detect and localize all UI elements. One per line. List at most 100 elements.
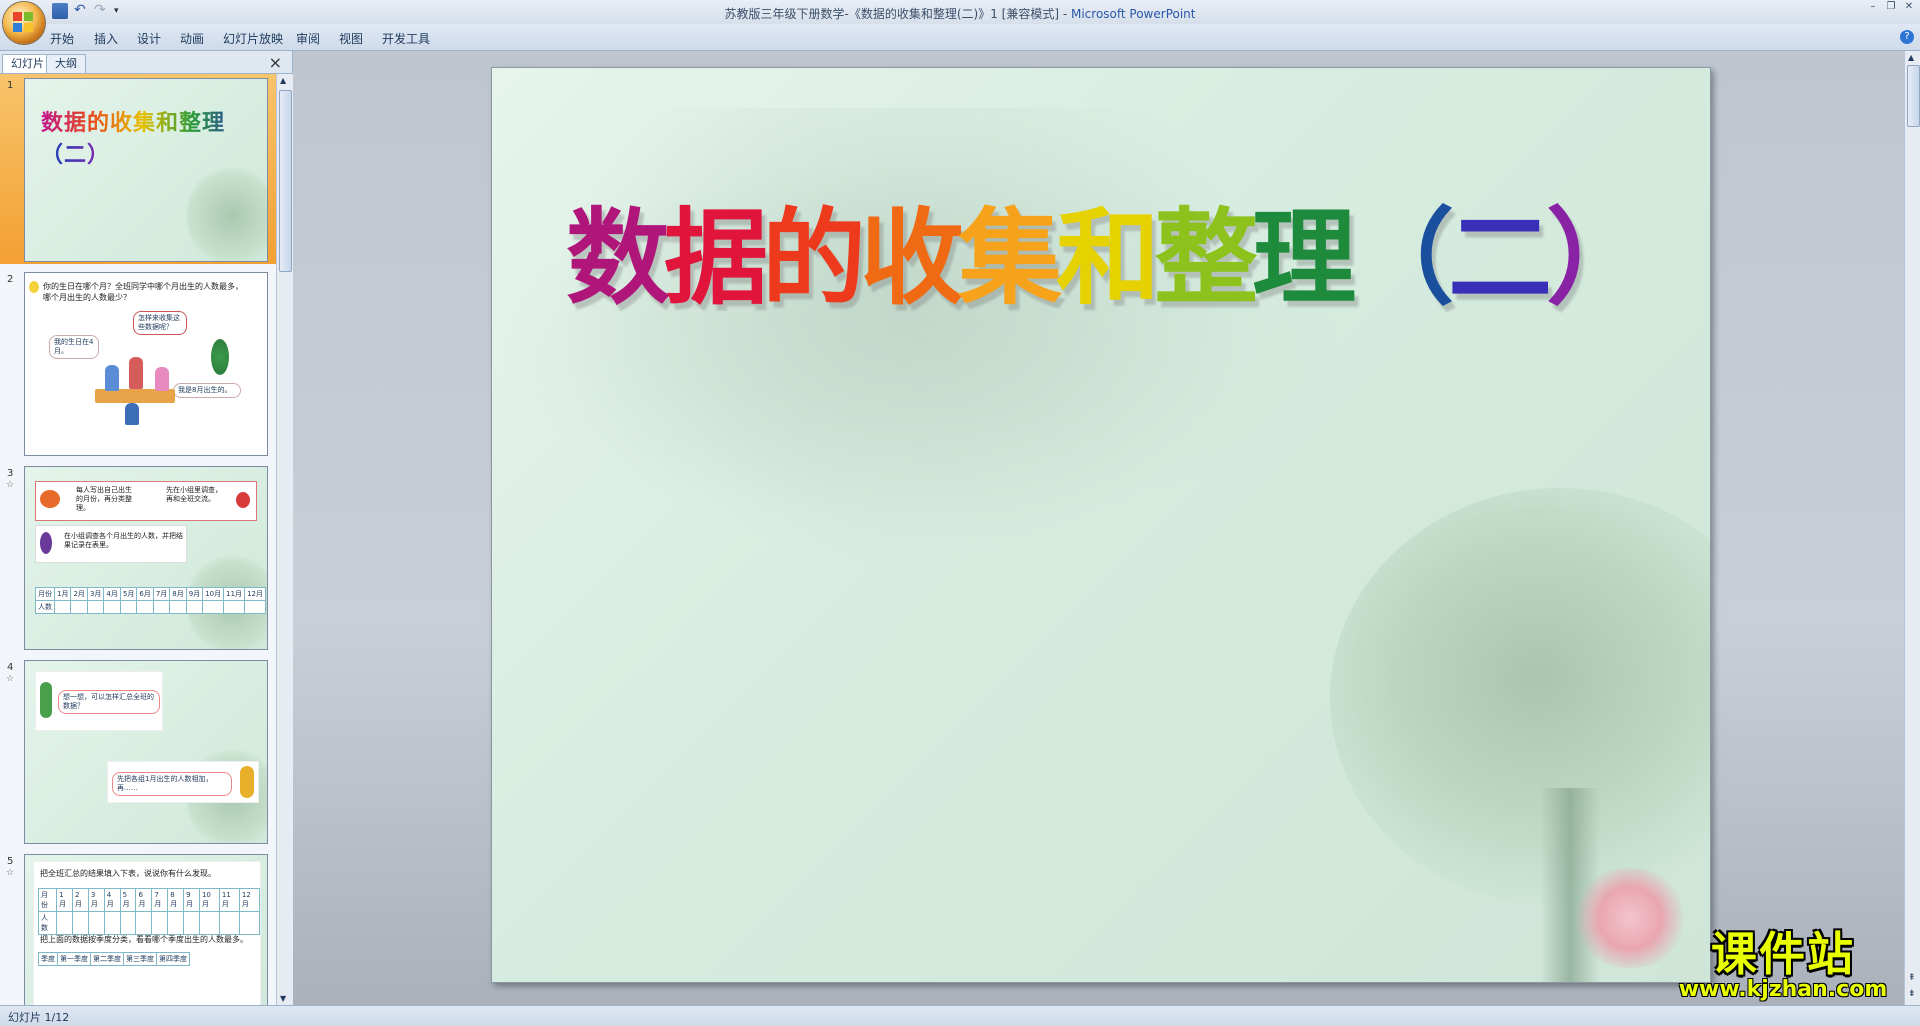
thumbnail-row-3[interactable]: 3 ☆ 每人写出自己出生的月份，再分类整理。 先在小组里调查，再和全班交流。 在… bbox=[0, 462, 276, 652]
table-cell bbox=[103, 600, 121, 614]
table-cell: 月份 bbox=[35, 587, 55, 601]
thumbnail-row-2[interactable]: 2 你的生日在哪个月？全班同学中哪个月出生的人数最多， 哪个月出生的人数最少？ 怎… bbox=[0, 268, 276, 458]
slide2-line1: 你的生日在哪个月？全班同学中哪个月出生的人数最多， bbox=[43, 282, 243, 291]
table-cell: 11月 bbox=[223, 587, 246, 601]
tab-view[interactable]: 视图 bbox=[339, 30, 363, 47]
slide-thumbnail-4[interactable]: 想一想，可以怎样汇总全班的数据？ 先把各组1月出生的人数相加，再…… bbox=[24, 660, 268, 844]
table-cell: 1月 bbox=[56, 888, 73, 912]
plant-illustration bbox=[211, 339, 229, 375]
scroll-up-icon[interactable]: ▲ bbox=[280, 76, 286, 85]
tab-home[interactable]: 开始 bbox=[50, 30, 74, 47]
table-cell bbox=[223, 600, 246, 614]
table-cell: 人数 bbox=[35, 600, 55, 614]
slide5-text1: 把全班汇总的结果填入下表，说说你有什么发现。 bbox=[40, 869, 216, 878]
table-cell: 1月 bbox=[53, 587, 72, 601]
table-row: 人数 bbox=[37, 911, 261, 935]
slide-number: 2 bbox=[7, 274, 14, 285]
slide-thumbnails: 1 数据的收集和整理（二） 2 你的生日在哪个月？全班同学中哪个月出生的人数最多… bbox=[0, 74, 276, 1005]
table-cell bbox=[87, 911, 105, 935]
title-char: 理 bbox=[1252, 196, 1356, 319]
corn-character-icon bbox=[240, 766, 254, 798]
next-slide-icon[interactable]: ⇟ bbox=[1908, 989, 1916, 999]
table-cell bbox=[70, 600, 88, 614]
scroll-up-icon[interactable]: ▲ bbox=[1908, 53, 1914, 62]
table-cell: 第四季度 bbox=[156, 952, 190, 966]
table-cell: 人数 bbox=[37, 911, 58, 935]
tab-insert[interactable]: 插入 bbox=[94, 30, 118, 47]
table-cell: 第一季度 bbox=[57, 952, 91, 966]
document-title: 苏教版三年级下册数学-《数据的收集和整理(二)》1 [兼容模式] - bbox=[724, 7, 1071, 21]
thumbnail-row-1[interactable]: 1 数据的收集和整理（二） bbox=[0, 74, 276, 264]
slide2-line2: 哪个月出生的人数最少？ bbox=[43, 293, 131, 302]
slide-number: 4 bbox=[7, 662, 14, 673]
restore-icon[interactable]: ❐ bbox=[1884, 2, 1898, 12]
animation-star-icon: ☆ bbox=[6, 674, 15, 684]
ribbon-tabs: 开始 插入 设计 动画 幻灯片放映 审阅 视图 开发工具 ? bbox=[0, 24, 1920, 51]
table-cell bbox=[136, 600, 154, 614]
table-cell: 4月 bbox=[103, 587, 121, 601]
title-char: 数 bbox=[566, 196, 670, 319]
table-cell bbox=[169, 600, 187, 614]
status-bar: 幻灯片 1/12 bbox=[0, 1005, 1920, 1026]
eggplant-icon bbox=[40, 532, 52, 554]
previous-slide-icon[interactable]: ⇞ bbox=[1908, 973, 1916, 983]
kjzhan-watermark-logo: 课件站 www.kjzhan.com bbox=[1668, 927, 1898, 1001]
table-cell: 10月 bbox=[198, 888, 220, 912]
slide-title[interactable]: 数据的收集和整理（二） bbox=[566, 173, 1650, 324]
slide3-text1: 每人写出自己出生的月份，再分类整理。 bbox=[76, 486, 132, 512]
tab-animation[interactable]: 动画 bbox=[180, 30, 204, 47]
help-icon[interactable]: ? bbox=[1900, 30, 1914, 44]
tab-review[interactable]: 审阅 bbox=[296, 30, 320, 47]
table-cell bbox=[53, 600, 72, 614]
table-row: 月份 1月 2月 3月 4月 5月 6月 7月 8月 9月 10月 11月 12月 bbox=[37, 888, 261, 912]
scroll-thumb[interactable] bbox=[279, 90, 292, 272]
table-cell: 12月 bbox=[244, 587, 266, 601]
slide-counter: 幻灯片 1/12 bbox=[8, 1011, 70, 1024]
thumbnail-title-text: 数据的收集和整理（二） bbox=[41, 110, 226, 168]
tab-design[interactable]: 设计 bbox=[137, 30, 161, 47]
close-icon[interactable]: ✕ bbox=[1902, 2, 1916, 12]
table-cell bbox=[135, 911, 153, 935]
table-cell: 8月 bbox=[167, 888, 185, 912]
slide-thumbnail-5[interactable]: 把全班汇总的结果填入下表，说说你有什么发现。 月份 1月 2月 3月 4月 5月 6月 7月 8… bbox=[24, 854, 268, 1005]
office-button[interactable] bbox=[3, 2, 45, 44]
close-pane-icon[interactable]: × bbox=[269, 53, 282, 72]
table-cell: 10月 bbox=[202, 587, 225, 601]
slide5-text2: 把上面的数据按季度分类，看看哪个季度出生的人数最多。 bbox=[40, 935, 248, 944]
table-cell bbox=[86, 600, 105, 614]
editor-scrollbar[interactable]: ▲ ⇞ ⇟ bbox=[1904, 51, 1920, 1005]
table-cell: 7月 bbox=[152, 587, 171, 601]
thumbnail-title: 数据的收集和整理（二） bbox=[41, 105, 267, 169]
thumbnails-scrollbar[interactable]: ▲ ▼ bbox=[276, 74, 293, 1005]
scroll-thumb[interactable] bbox=[1907, 65, 1920, 127]
table-cell bbox=[151, 911, 169, 935]
table-cell bbox=[185, 600, 204, 614]
slide-thumbnail-1[interactable]: 数据的收集和整理（二） bbox=[24, 78, 268, 262]
current-slide[interactable]: 数据的收集和整理（二） bbox=[491, 67, 1711, 983]
quarter-table: 季度 第一季度 第二季度 第三季度 第四季度 bbox=[38, 952, 190, 966]
office-logo-icon bbox=[13, 12, 35, 34]
question-box: 想一想，可以怎样汇总全班的数据？ bbox=[35, 671, 163, 731]
thumbnail-row-5[interactable]: 5 ☆ 把全班汇总的结果填入下表，说说你有什么发现。 月份 1月 2月 3月 4月 5月 6… bbox=[0, 850, 276, 1005]
table-cell: 9月 bbox=[183, 888, 200, 912]
scroll-down-icon[interactable]: ▼ bbox=[280, 994, 286, 1003]
table-cell bbox=[56, 911, 73, 935]
speech-bubble: 先把各组1月出生的人数相加，再…… bbox=[112, 772, 232, 796]
tab-slideshow[interactable]: 幻灯片放映 bbox=[223, 30, 283, 47]
title-char: 的 bbox=[762, 196, 866, 319]
minimize-icon[interactable]: – bbox=[1866, 2, 1880, 12]
table-cell: 5月 bbox=[119, 587, 138, 601]
window-controls: – ❐ ✕ bbox=[1866, 2, 1916, 12]
tab-outline[interactable]: 大纲 bbox=[46, 54, 86, 73]
watermark-text: 课件站 bbox=[1711, 927, 1855, 981]
children-table-illustration bbox=[85, 355, 185, 425]
lotus-leaf-decoration bbox=[1330, 488, 1710, 908]
slide-thumbnail-3[interactable]: 每人写出自己出生的月份，再分类整理。 先在小组里调查，再和全班交流。 在小组调查… bbox=[24, 466, 268, 650]
table-cell: 6月 bbox=[135, 888, 153, 912]
title-char: 据 bbox=[664, 196, 768, 319]
table-cell bbox=[218, 911, 240, 935]
thumbnail-row-4[interactable]: 4 ☆ 想一想，可以怎样汇总全班的数据？ 先把各组1月出生的人数相加，再…… bbox=[0, 656, 276, 846]
tab-developer[interactable]: 开发工具 bbox=[382, 30, 430, 47]
table-row: 月份 1月 2月 3月 4月 5月 6月 7月 8月 9月 10月 11月 12月 bbox=[35, 587, 266, 601]
slide-thumbnail-2[interactable]: 你的生日在哪个月？全班同学中哪个月出生的人数最多， 哪个月出生的人数最少？ 怎样来… bbox=[24, 272, 268, 456]
